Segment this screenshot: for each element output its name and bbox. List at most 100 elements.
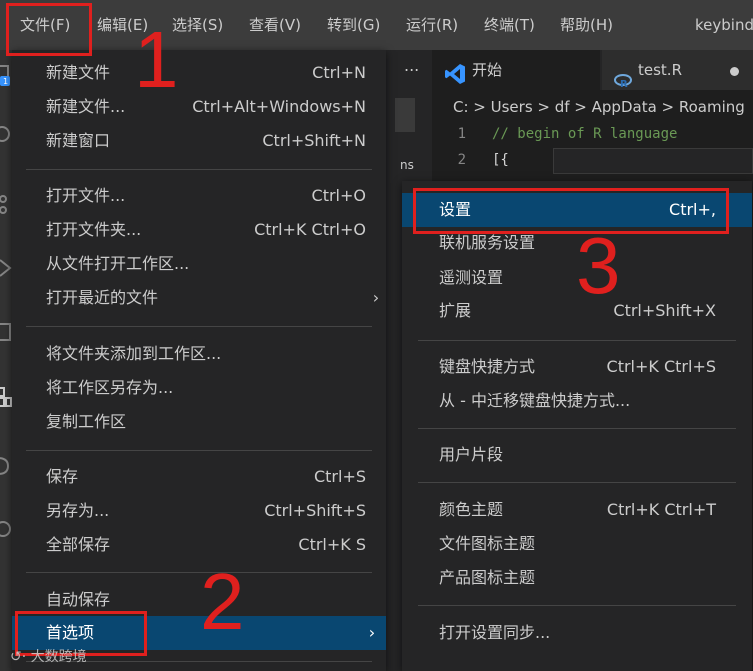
menu-item-open-folder[interactable]: 打开文件夹... Ctrl+K Ctrl+O (12, 213, 386, 247)
menu-item-save[interactable]: 保存 Ctrl+S (12, 460, 386, 494)
menu-item-shortcut: Ctrl+K Ctrl+S (606, 357, 716, 376)
menu-separator (418, 482, 736, 483)
menu-item-label: 打开设置同步... (439, 623, 551, 642)
menu-item-label: 颜色主题 (439, 500, 504, 519)
file-menu: 新建文件 Ctrl+N 新建文件... Ctrl+Alt+Windows+N 新建窗… (12, 50, 386, 671)
vscode-logo-icon (444, 60, 466, 84)
menu-item-shortcut: Ctrl+Shift+S (264, 501, 366, 520)
line-number: 1 (457, 126, 466, 142)
r-extension-icon[interactable] (0, 518, 12, 540)
menu-item-label: 打开最近的文件 (46, 288, 159, 307)
menu-item-label: 新建窗口 (46, 131, 111, 150)
code-line[interactable]: 1 // begin of R language (432, 121, 753, 147)
menu-item-label: 从文件打开工作区... (46, 254, 190, 273)
explorer-icon[interactable]: 1 (0, 64, 12, 86)
step-number-1: 1 (134, 15, 179, 104)
menu-item-duplicate-workspace[interactable]: 复制工作区 (12, 405, 386, 439)
tab-welcome[interactable]: 开始 (432, 50, 600, 90)
tab-test-r[interactable]: R test.R (602, 50, 753, 90)
menu-item-label: 将文件夹添加到工作区... (46, 344, 222, 363)
step-number-3: 3 (576, 221, 621, 310)
svg-text:1: 1 (3, 77, 8, 86)
menu-item-add-folder-to-workspace[interactable]: 将文件夹添加到工作区... (12, 337, 386, 371)
menu-item-new-file-dialog[interactable]: 新建文件... Ctrl+Alt+Windows+N (12, 90, 386, 124)
menu-item-label: 打开文件... (46, 186, 126, 205)
r-language-icon: R (614, 63, 632, 90)
menu-item-file-icon-theme[interactable]: 文件图标主题 (402, 527, 752, 561)
menu-item-product-icon-theme[interactable]: 产品图标主题 (402, 561, 752, 595)
menu-item-new-window[interactable]: 新建窗口 Ctrl+Shift+N (12, 124, 386, 158)
menu-item-shortcut: Ctrl+N (312, 63, 366, 82)
menu-item-save-as[interactable]: 另存为... Ctrl+Shift+S (12, 494, 386, 528)
sidebar-scrollbar[interactable] (395, 98, 415, 132)
menu-item-user-snippets[interactable]: 用户片段 (402, 438, 752, 472)
menu-item-label: 打开文件夹... (46, 220, 142, 239)
menu-separator (26, 450, 372, 451)
source-control-icon[interactable] (0, 193, 12, 215)
menu-item-label: 扩展 (439, 301, 472, 320)
menu-item-label: 从 - 中迁移键盘快捷方式... (439, 391, 631, 410)
menu-item-shortcut: Ctrl+S (313, 467, 366, 486)
find-input[interactable] (553, 148, 753, 174)
menu-item-label: 新建文件... (46, 97, 126, 116)
menu-item-label: 用户片段 (439, 445, 504, 464)
chevron-right-icon: › (368, 623, 376, 642)
highlight-box-file-menu (6, 3, 92, 56)
highlight-box-settings (413, 188, 729, 234)
watermark-logo-icon: ↺· (10, 649, 31, 665)
extensions-icon[interactable] (0, 386, 12, 408)
menu-item-shortcut: Ctrl+K Ctrl+O (254, 220, 366, 239)
tab-label: 开始 (472, 61, 503, 79)
menu-bar: 文件(F) 编辑(E) 选择(S) 查看(V) 转到(G) 运行(R) 终端(T… (0, 0, 753, 50)
window-title: keybindings (695, 16, 753, 34)
menu-item-save-all[interactable]: 全部保存 Ctrl+K S (12, 528, 386, 562)
remote-explorer-icon[interactable] (0, 321, 12, 343)
menu-terminal[interactable]: 终端(T) (484, 0, 535, 50)
menu-item-shortcut: Ctrl+K S (298, 535, 366, 554)
svg-text:R: R (620, 79, 628, 88)
code-text: [{ (492, 152, 509, 168)
unsaved-dot-icon[interactable] (730, 67, 739, 76)
search-icon[interactable] (0, 124, 12, 146)
menu-item-label: 将工作区另存为... (46, 378, 174, 397)
run-debug-icon[interactable] (0, 257, 12, 279)
testing-icon[interactable] (0, 454, 12, 476)
menu-item-open-workspace[interactable]: 从文件打开工作区... (12, 247, 386, 281)
menu-view[interactable]: 查看(V) (249, 0, 301, 50)
menu-item-settings-sync[interactable]: 打开设置同步... (402, 616, 752, 650)
menu-separator (26, 169, 372, 170)
line-number: 2 (457, 152, 466, 168)
menu-item-open-file[interactable]: 打开文件... Ctrl+O (12, 179, 386, 213)
menu-selection[interactable]: 选择(S) (172, 0, 223, 50)
menu-item-label: 键盘快捷方式 (439, 357, 536, 376)
menu-separator (26, 572, 372, 573)
editor-tabbar: 开始 R test.R (432, 50, 753, 90)
chevron-right-icon: › (372, 288, 380, 307)
sidebar-more-icon[interactable]: ... (404, 56, 419, 75)
menu-item-open-recent[interactable]: 打开最近的文件 › (12, 281, 386, 315)
menu-item-migrate-keybindings[interactable]: 从 - 中迁移键盘快捷方式... (402, 384, 752, 418)
menu-item-shortcut: Ctrl+K Ctrl+T (606, 500, 716, 519)
menu-item-label: 全部保存 (46, 535, 111, 554)
tab-label: test.R (638, 61, 682, 79)
menu-item-label: 复制工作区 (46, 412, 127, 431)
menu-item-label: 遥测设置 (439, 268, 504, 287)
menu-help[interactable]: 帮助(H) (560, 0, 613, 50)
watermark-text: 大数跨境 (30, 649, 87, 665)
menu-item-new-file[interactable]: 新建文件 Ctrl+N (12, 56, 386, 90)
menu-go[interactable]: 转到(G) (327, 0, 380, 50)
menu-run[interactable]: 运行(R) (406, 0, 458, 50)
breadcrumb[interactable]: C: > Users > df > AppData > Roaming (432, 90, 753, 124)
menu-item-save-workspace-as[interactable]: 将工作区另存为... (12, 371, 386, 405)
menu-item-keyboard-shortcuts[interactable]: 键盘快捷方式 Ctrl+K Ctrl+S (402, 350, 752, 384)
menu-item-label: 新建文件 (46, 63, 111, 82)
menu-item-label: 另存为... (46, 501, 110, 520)
menu-separator (418, 340, 736, 341)
menu-item-color-theme[interactable]: 颜色主题 Ctrl+K Ctrl+T (402, 493, 752, 527)
menu-item-shortcut: Ctrl+Shift+N (262, 131, 366, 150)
menu-item-shortcut: Ctrl+O (311, 186, 366, 205)
code-text: // begin of R language (492, 126, 678, 142)
menu-separator (26, 326, 372, 327)
step-number-2: 2 (200, 557, 245, 646)
menu-separator (418, 428, 736, 429)
